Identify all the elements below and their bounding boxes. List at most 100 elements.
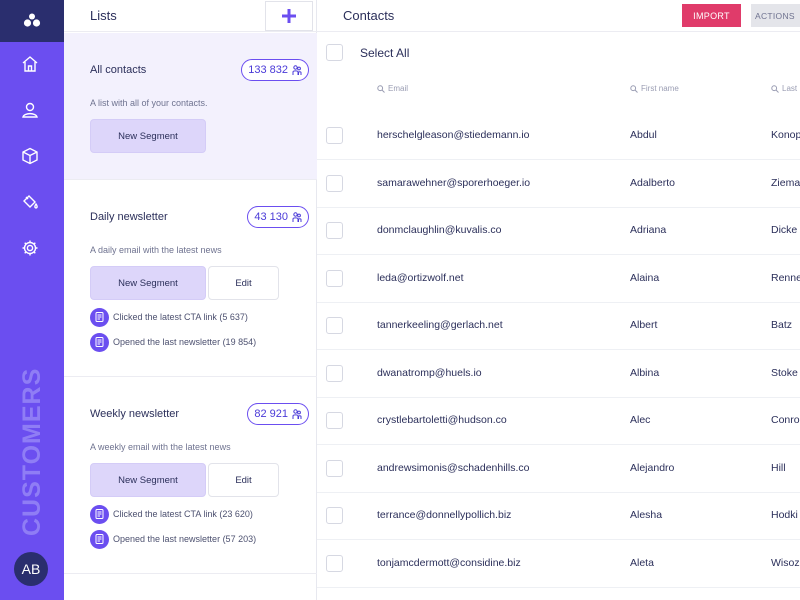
lists-header: Lists [64,0,317,32]
user-icon [22,102,38,118]
list-card-all-contacts[interactable]: All contacts 133 832 A list with all of … [64,33,317,180]
nav-products[interactable] [18,144,42,168]
segment-icon [90,529,109,549]
row-checkbox[interactable] [326,507,343,524]
search-icon [771,84,779,93]
list-description: A weekly email with the latest news [90,442,231,452]
row-checkbox[interactable] [326,554,343,572]
first-name-cell: Albina [630,366,660,379]
last-name-cell: Renne [771,271,800,284]
column-label: First name [641,84,679,93]
email-cell: crystlebartoletti@hudson.co [377,414,507,426]
select-all-checkbox[interactable] [326,44,343,61]
table-row[interactable]: donmclaughlin@kuvalis.co Adriana Dicke [317,208,800,255]
row-checkbox[interactable] [326,222,343,239]
count-badge: 133 832 [241,59,309,81]
first-name-cell: Aleta [630,556,654,569]
new-segment-button[interactable]: New Segment [90,119,206,153]
add-list-button[interactable] [265,1,313,31]
first-name-cell: Alec [630,414,651,426]
email-cell: andrewsimonis@schadenhills.co [377,461,530,474]
segment-item[interactable]: Clicked the latest CTA link (5 637) [90,307,248,327]
nav-settings[interactable] [18,236,42,260]
last-name-cell: Stoke [771,366,798,379]
segment-item[interactable]: Opened the last newsletter (19 854) [90,332,256,352]
row-checkbox[interactable] [326,364,343,382]
bee-logo-icon [23,13,41,27]
select-all-label[interactable]: Select All [360,46,409,60]
table-row[interactable]: tannerkeeling@gerlach.net Albert Batz [317,303,800,350]
list-card-daily-newsletter[interactable]: Daily newsletter 43 130 A daily email wi… [64,180,317,377]
segment-icon [90,504,109,524]
count-value: 82 921 [254,408,288,420]
first-name-cell: Adalberto [630,176,675,189]
app-logo[interactable] [0,0,64,42]
nav-home[interactable] [18,52,42,76]
segment-item[interactable]: Clicked the latest CTA link (23 620) [90,504,253,524]
new-segment-button[interactable]: New Segment [90,266,206,300]
lists-panel: Lists All contacts 133 832 A list with a… [64,0,317,600]
column-header-email[interactable]: Email [377,84,408,93]
list-name: Weekly newsletter [90,408,180,420]
table-row[interactable]: terrance@donnellypollich.biz Alesha Hodki [317,493,800,540]
list-name: Daily newsletter [90,211,168,223]
first-name-cell: Albert [630,319,658,331]
count-badge: 82 921 [247,403,309,425]
row-checkbox[interactable] [326,459,343,477]
row-checkbox[interactable] [326,127,343,144]
contacts-header: Contacts IMPORT ACTIONS [317,0,800,32]
email-cell: donmclaughlin@kuvalis.co [377,224,502,236]
segment-icon [90,307,109,327]
segment-label: Opened the last newsletter (57 203) [113,534,257,544]
column-header-last-name[interactable]: Last [771,84,797,93]
document-icon [95,337,104,347]
actions-button[interactable]: ACTIONS [751,4,800,27]
table-row[interactable]: leda@ortizwolf.net Alaina Renne [317,256,800,303]
segment-label: Clicked the latest CTA link (23 620) [113,509,253,519]
last-name-cell: Wisoz [771,556,800,569]
column-header-first-name[interactable]: First name [630,84,679,93]
paint-bucket-icon [23,195,38,209]
count-badge: 43 130 [247,206,309,228]
edit-list-button[interactable]: Edit [208,266,279,300]
email-cell: dwanatromp@huels.io [377,366,482,379]
table-row[interactable]: tonjamcdermott@considine.biz Aleta Wisoz [317,541,800,588]
last-name-cell: Hill [771,461,786,474]
table-row[interactable]: samarawehner@sporerhoeger.io Adalberto Zie… [317,161,800,208]
list-card-weekly-newsletter[interactable]: Weekly newsletter 82 921 A weekly email … [64,377,317,574]
segment-icon [90,332,109,352]
row-checkbox[interactable] [326,412,343,429]
first-name-cell: Abdul [630,129,657,141]
import-button[interactable]: IMPORT [682,4,741,27]
segment-item[interactable]: Opened the last newsletter (57 203) [90,529,256,549]
table-row[interactable]: crystlebartoletti@hudson.co Alec Conro [317,398,800,445]
email-cell: leda@ortizwolf.net [377,271,464,284]
list-description: A daily email with the latest news [90,245,222,255]
edit-list-button[interactable]: Edit [208,463,279,497]
first-name-cell: Adriana [630,224,667,236]
people-icon [292,408,302,419]
row-checkbox[interactable] [326,269,343,287]
table-row[interactable]: andrewsimonis@schadenhills.co Alejandro Hi… [317,446,800,493]
new-segment-button[interactable]: New Segment [90,463,206,497]
last-name-cell: Ziema [771,176,800,189]
nav-design[interactable] [18,190,42,214]
table-row[interactable]: dwanatromp@huels.io Albina Stoke [317,351,800,398]
segment-label: Clicked the latest CTA link (5 637) [113,312,248,322]
avatar[interactable]: AB [14,552,48,586]
last-name-cell: Dicke [771,224,798,236]
email-cell: terrance@donnellypollich.biz [377,509,512,521]
search-icon [630,84,638,93]
table-row[interactable]: herschelgleason@stiedemann.io Abdul Konop [317,113,800,160]
nav-customers[interactable] [18,98,42,122]
home-icon [22,56,38,72]
row-checkbox[interactable] [326,174,343,192]
email-cell: samarawehner@sporerhoeger.io [377,176,531,189]
sidebar-rail: CUSTOMERS AB [0,0,64,600]
segment-label: Opened the last newsletter (19 854) [113,337,257,347]
email-cell: tonjamcdermott@considine.biz [377,556,521,569]
list-description: A list with all of your contacts. [90,98,208,108]
email-cell: tannerkeeling@gerlach.net [377,319,503,331]
row-checkbox[interactable] [326,317,343,334]
plus-icon [282,9,296,23]
